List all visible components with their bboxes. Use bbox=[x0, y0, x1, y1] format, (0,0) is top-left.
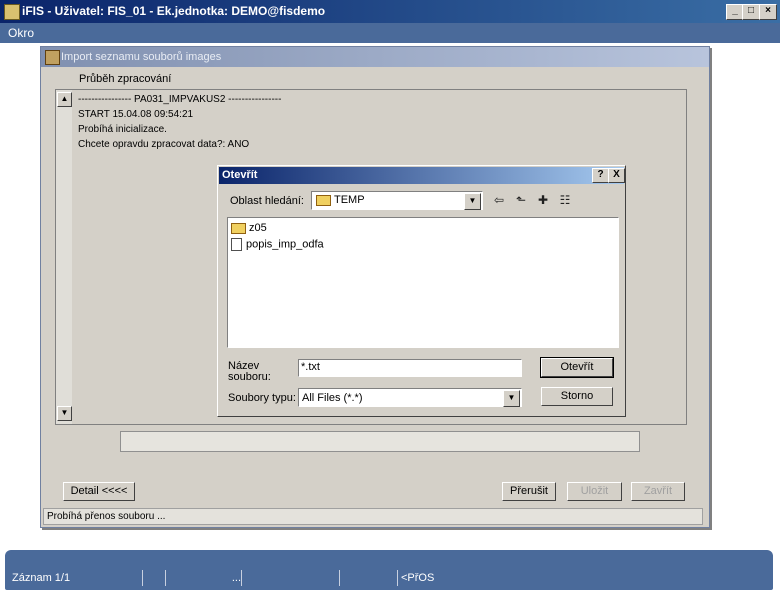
folder-icon bbox=[316, 194, 331, 206]
filename-input[interactable]: *.txt bbox=[298, 359, 522, 377]
folder-icon bbox=[231, 222, 246, 234]
bottom-status-bar: Záznam 1/1 ... <PřOS bbox=[5, 550, 773, 590]
status-line: Probíhá přenos souboru ... bbox=[43, 508, 703, 525]
view-menu-icon[interactable]: ☷ bbox=[556, 193, 574, 208]
progress-group-label: Průběh zpracování bbox=[79, 73, 172, 85]
save-button[interactable]: Uložit bbox=[567, 482, 622, 501]
look-in-combo[interactable]: TEMP ▼ bbox=[311, 191, 483, 210]
look-in-value: TEMP bbox=[334, 194, 365, 206]
window-icon bbox=[45, 50, 60, 65]
log-line: START 15.04.08 09:54:21 bbox=[78, 109, 194, 120]
status-cell-ellipsis: ... bbox=[167, 570, 242, 586]
filetype-value: All Files (*.*) bbox=[302, 392, 363, 404]
back-icon[interactable]: ⇦ bbox=[490, 193, 508, 208]
scroll-up-icon[interactable]: ▲ bbox=[57, 92, 72, 107]
app-icon bbox=[4, 4, 20, 20]
status-cell bbox=[243, 570, 340, 586]
cancel-button[interactable]: Storno bbox=[541, 387, 613, 406]
list-item[interactable]: popis_imp_odfa bbox=[231, 238, 324, 251]
progress-bar bbox=[120, 431, 640, 452]
open-file-dialog: Otevřít ? X Oblast hledání: TEMP ▼ ⇦ ⬑ ✚… bbox=[217, 165, 626, 417]
close-window-button[interactable]: Zavřít bbox=[631, 482, 685, 501]
new-folder-icon[interactable]: ✚ bbox=[534, 193, 552, 208]
dialog-titlebar: Otevřít ? X bbox=[219, 167, 625, 184]
log-line: Chcete opravdu zpracovat data?: ANO bbox=[78, 139, 250, 150]
chevron-down-icon[interactable]: ▼ bbox=[503, 390, 520, 407]
mode-indicator: <PřOS bbox=[401, 572, 435, 584]
menubar: Okro bbox=[0, 23, 780, 43]
log-line: ---------------- PA031_IMPVAKUS2 -------… bbox=[78, 94, 282, 105]
status-cell bbox=[341, 570, 398, 586]
app-title: iFIS - Uživatel: FIS_01 - Ek.jednotka: D… bbox=[22, 4, 326, 18]
menu-okno[interactable]: Okro bbox=[8, 26, 34, 40]
document-icon bbox=[231, 238, 242, 251]
record-indicator: Záznam 1/1 bbox=[9, 570, 143, 586]
dialog-title: Otevřít bbox=[222, 169, 258, 181]
up-folder-icon[interactable]: ⬑ bbox=[512, 193, 530, 208]
list-item[interactable]: z05 bbox=[231, 222, 267, 234]
maximize-button[interactable]: □ bbox=[742, 4, 760, 20]
filename-label: Název souboru: bbox=[228, 360, 271, 383]
file-list[interactable]: z05 popis_imp_odfa bbox=[227, 217, 619, 348]
detail-button[interactable]: Detail <<<< bbox=[63, 482, 135, 501]
look-in-label: Oblast hledání: bbox=[230, 195, 304, 207]
status-cell bbox=[141, 570, 166, 586]
open-button[interactable]: Otevřít bbox=[540, 357, 614, 378]
import-window-title: Import seznamu souborů images bbox=[61, 51, 222, 63]
scroll-down-icon[interactable]: ▼ bbox=[57, 406, 72, 421]
chevron-down-icon[interactable]: ▼ bbox=[464, 193, 481, 210]
help-button[interactable]: ? bbox=[592, 168, 609, 183]
log-scrollbar[interactable]: ▲ ▼ bbox=[56, 90, 72, 424]
close-button[interactable]: × bbox=[759, 4, 777, 20]
import-window-titlebar: Import seznamu souborů images bbox=[41, 47, 709, 67]
interrupt-button[interactable]: Přerušit bbox=[502, 482, 556, 501]
dialog-close-button[interactable]: X bbox=[608, 168, 625, 183]
log-line: Probíhá inicializace. bbox=[78, 124, 167, 135]
filetype-combo[interactable]: All Files (*.*) ▼ bbox=[298, 388, 522, 407]
app-titlebar: iFIS - Uživatel: FIS_01 - Ek.jednotka: D… bbox=[0, 0, 780, 23]
filetype-label: Soubory typu: bbox=[228, 392, 296, 404]
